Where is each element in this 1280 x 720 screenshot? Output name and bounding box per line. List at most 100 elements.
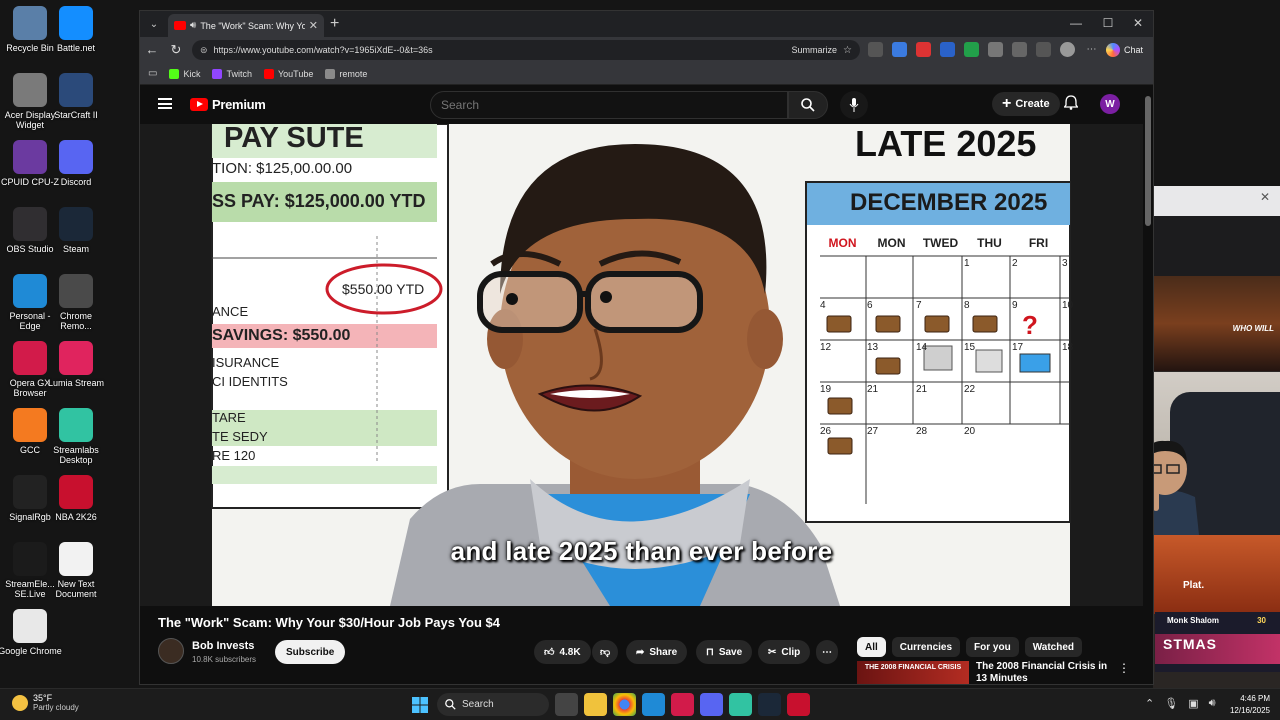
volume-icon[interactable]: 🔊︎ (1209, 697, 1216, 710)
page-scrollbar[interactable] (1145, 88, 1151, 682)
create-button[interactable]: + Create (992, 92, 1060, 116)
desktop-icon[interactable]: StarCraft II (46, 73, 106, 120)
bookmark-kick[interactable]: Kick (169, 68, 200, 79)
desktop-icon[interactable]: Battle.net (46, 6, 106, 53)
discord-taskbar-icon[interactable] (700, 693, 723, 716)
streamlabs-icon (59, 408, 93, 442)
chip-currencies[interactable]: Currencies (891, 637, 961, 657)
recommended-video-thumbnail[interactable]: THE 2008 FINANCIAL CRISIS (857, 661, 969, 684)
subscribe-button[interactable]: Subscribe (275, 640, 346, 664)
more-actions-button[interactable]: ⋯ (816, 640, 838, 664)
search-button[interactable] (788, 91, 828, 119)
more-menu-icon[interactable]: ⋯ (1084, 42, 1099, 57)
notifications-bell-icon[interactable] (1063, 95, 1079, 113)
site-info-icon[interactable]: ⊜ (200, 45, 208, 56)
tab-actions-icon[interactable]: ▭ (148, 68, 157, 79)
chip-all[interactable]: All (857, 637, 886, 657)
scrollbar-thumb[interactable] (1145, 96, 1151, 226)
tray-chevron-icon[interactable]: ⌃ (1145, 697, 1154, 710)
desktop-icon[interactable]: Chrome Remo... (46, 274, 106, 331)
calendar-day-number: 22 (964, 384, 976, 395)
like-button[interactable]: 👍︎ 4.8K (534, 640, 591, 664)
desktop-icon[interactable]: Lumia Stream (46, 341, 106, 388)
desktop-icon[interactable]: New Text Document (46, 542, 106, 599)
clock[interactable]: 4:46 PM 12/16/2025 (1222, 693, 1270, 717)
url-input[interactable] (213, 45, 734, 55)
stream-overlay-dark-band (1153, 216, 1280, 276)
acer-display-icon (13, 73, 47, 107)
url-field[interactable]: ⊜ Summarize ☆ (192, 40, 860, 60)
extension-6-icon[interactable] (988, 42, 1003, 57)
maximize-icon[interactable]: ☐ (1098, 16, 1118, 30)
account-avatar[interactable]: W (1100, 94, 1120, 114)
nba2k-taskbar-icon[interactable] (787, 693, 810, 716)
profile-avatar-icon[interactable] (1060, 42, 1075, 57)
chrome-taskbar-icon[interactable] (613, 693, 636, 716)
youtube-search-box[interactable] (430, 91, 788, 119)
weather-widget[interactable]: 35°F Partly cloudy (12, 693, 79, 712)
extension-5-icon[interactable] (964, 42, 979, 57)
desktop-icon-label: Google Chrome (0, 646, 62, 656)
recommended-video-title[interactable]: The 2008 Financial Crisis in 13 Minutes (976, 661, 1121, 684)
save-button[interactable]: ⊓ Save (696, 640, 753, 664)
close-icon[interactable]: ✕ (1260, 190, 1270, 204)
extension-3-icon[interactable] (916, 42, 931, 57)
edge-taskbar-icon[interactable] (642, 693, 665, 716)
desktop-icons: Recycle Bin Battle.net Acer Display Widget… (0, 0, 140, 688)
create-label: Create (1015, 98, 1050, 110)
star-icon[interactable]: ☆ (843, 45, 852, 56)
text-document-icon (59, 542, 93, 576)
desktop-icon[interactable]: NBA 2K26 (46, 475, 106, 522)
summarize-button[interactable]: Summarize (792, 45, 838, 55)
video-player[interactable]: ? PAY SUTE TION: $125,00.00.00 SS PAY: $… (140, 124, 1143, 606)
back-arrow-icon[interactable]: ← (144, 42, 160, 57)
bookmark-remote[interactable]: remote (325, 68, 367, 79)
youtube-logo[interactable]: Premium (190, 97, 266, 112)
gcc-icon (13, 408, 47, 442)
extension-4-icon[interactable] (940, 42, 955, 57)
windows-start-icon[interactable] (408, 693, 431, 716)
youtube-search-input[interactable] (441, 92, 761, 118)
tab-menu-chevron-icon[interactable]: ⌄ (144, 14, 164, 34)
share-button[interactable]: ➦ Share (626, 640, 688, 664)
desktop-icon[interactable]: Google Chrome (0, 609, 62, 656)
taskbar-search[interactable]: Search (437, 693, 549, 716)
copilot-chat-button[interactable]: Chat (1106, 41, 1143, 59)
tab-close-icon[interactable]: ✕ (309, 19, 318, 32)
voice-search-mic-icon[interactable] (840, 91, 868, 119)
new-tab-icon[interactable]: + (330, 15, 339, 33)
chip-watched[interactable]: Watched (1024, 637, 1083, 657)
bookmark-twitch[interactable]: Twitch (212, 68, 252, 79)
close-window-icon[interactable]: ✕ (1128, 16, 1148, 30)
steam-taskbar-icon[interactable] (758, 693, 781, 716)
reload-icon[interactable]: ↻ (168, 42, 184, 58)
channel-avatar[interactable] (158, 638, 184, 664)
file-explorer-icon[interactable] (584, 693, 607, 716)
chip-for-you[interactable]: For you (966, 637, 1019, 657)
extensions-puzzle-icon[interactable] (1012, 42, 1027, 57)
opera-gx-taskbar-icon[interactable] (671, 693, 694, 716)
dislike-button[interactable]: 👎︎ (592, 640, 619, 664)
task-view-icon[interactable] (555, 693, 578, 716)
speaker-icon[interactable]: 🔊︎ (190, 20, 196, 31)
clip-button[interactable]: ✂ Clip (758, 640, 811, 664)
bookmark-youtube[interactable]: YouTube (263, 68, 313, 79)
desktop-icon[interactable]: Streamlabs Desktop (46, 408, 106, 465)
microphone-tray-icon[interactable]: 🎙︎ (1164, 697, 1178, 710)
hamburger-menu-icon[interactable] (158, 98, 172, 109)
video-caption: and late 2025 than ever before (450, 536, 833, 566)
calendar-day-header: FRI (1028, 236, 1049, 250)
recommended-more-icon[interactable]: ⋮ (1118, 661, 1130, 675)
tab-active-youtube[interactable]: 🔊︎ The "Work" Scam: Why Your $ ✕ (168, 14, 324, 37)
extension-2-icon[interactable] (892, 42, 907, 57)
network-icon[interactable]: ▣ (1188, 697, 1198, 710)
channel-name[interactable]: Bob Invests (192, 640, 254, 652)
thumbs-up-icon: 👍︎ (544, 647, 555, 658)
desktop-icon[interactable]: Discord (46, 140, 106, 187)
favorites-icon[interactable] (1036, 42, 1051, 57)
minimize-icon[interactable]: — (1066, 16, 1086, 30)
desktop-icon[interactable]: Steam (46, 207, 106, 254)
bookmark-remote-icon (325, 68, 336, 79)
extension-1-icon[interactable] (868, 42, 883, 57)
streamlabs-taskbar-icon[interactable] (729, 693, 752, 716)
